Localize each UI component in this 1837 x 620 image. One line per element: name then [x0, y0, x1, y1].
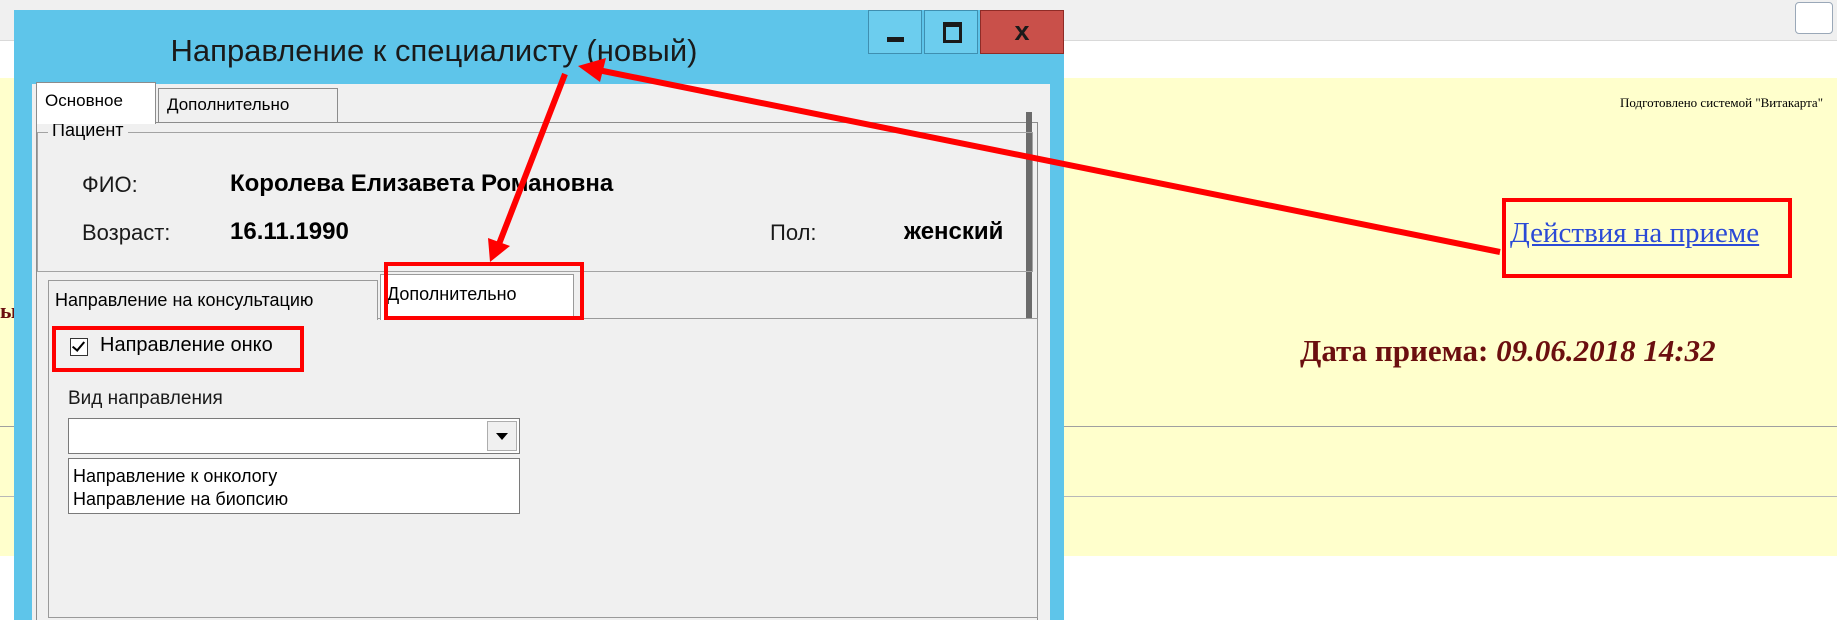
fio-label: ФИО: — [82, 172, 138, 197]
close-button[interactable]: x — [980, 10, 1064, 54]
visit-date: Дата приема: 09.06.2018 14:32 — [1300, 333, 1716, 369]
tab-additional[interactable]: Дополнительно — [158, 88, 338, 122]
referral-type-label: Вид направления — [68, 388, 223, 409]
referral-type-select[interactable] — [68, 418, 520, 454]
tab-main[interactable]: Основное — [36, 82, 156, 124]
age-label: Возраст: — [82, 220, 171, 245]
annotation-highlight-box — [1502, 198, 1792, 278]
option-biopsy[interactable]: Направление на биопсию — [73, 489, 288, 510]
toolbar-app-icon[interactable] — [1795, 2, 1833, 34]
dialog-title: Направление к специалисту (новый) — [170, 33, 698, 68]
fio-value: Королева Елизавета Романовна — [230, 170, 614, 197]
minimize-button[interactable] — [868, 10, 922, 54]
sex-value: женский — [904, 218, 1004, 245]
onko-checkbox[interactable] — [70, 338, 88, 356]
tab-consultation-referral[interactable]: Направление на консультацию — [48, 280, 378, 320]
patient-group — [37, 132, 1033, 272]
visit-date-value: 09.06.2018 14:32 — [1496, 333, 1716, 368]
onko-checkbox-label[interactable]: Направление онко — [100, 334, 273, 357]
option-oncologist[interactable]: Направление к онкологу — [73, 466, 277, 487]
prepared-by-text: Подготовлено системой "Витакарта" — [1620, 95, 1823, 110]
visit-date-label: Дата приема: — [1300, 333, 1489, 368]
chevron-down-icon[interactable] — [487, 421, 517, 451]
maximize-button[interactable] — [924, 10, 978, 54]
sex-label: Пол: — [770, 220, 817, 245]
tab-additional-sub[interactable]: Дополнительно — [380, 274, 574, 320]
age-value: 16.11.1990 — [230, 218, 349, 245]
